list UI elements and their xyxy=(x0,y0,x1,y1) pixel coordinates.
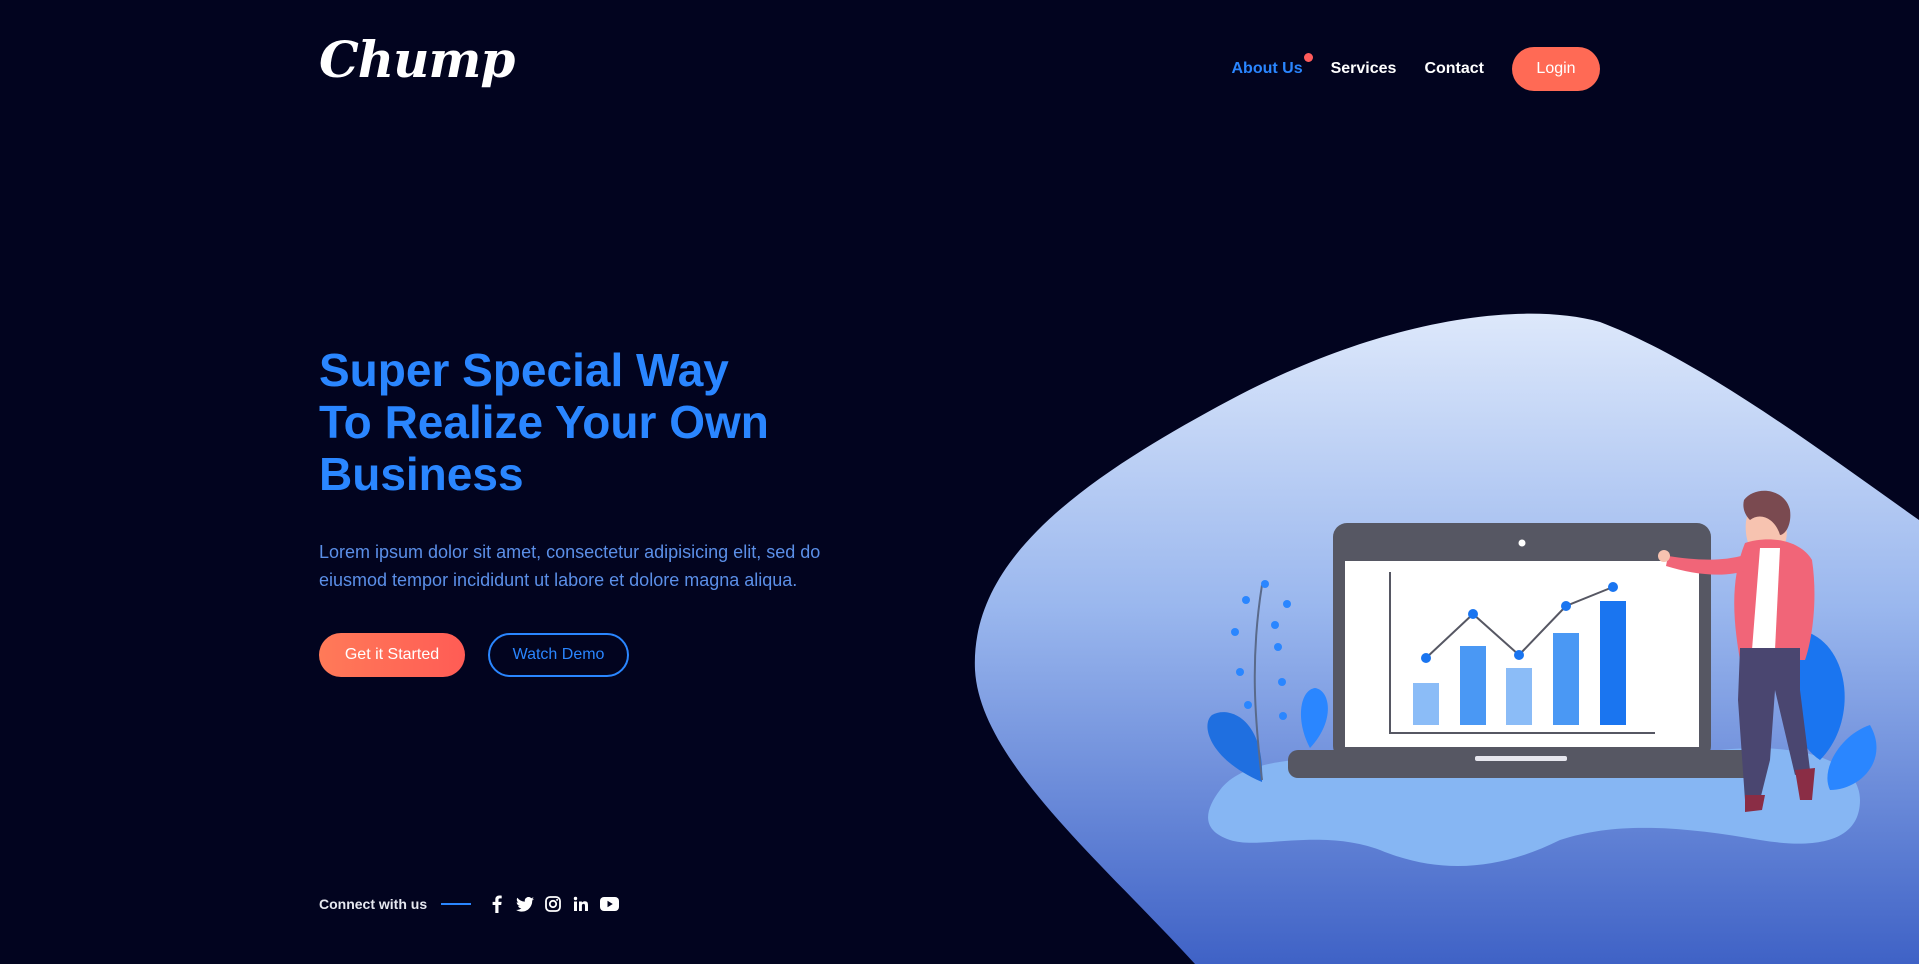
laptop-screen xyxy=(1345,561,1699,747)
leaf-left-2 xyxy=(1300,688,1328,748)
leaf-left xyxy=(1207,712,1263,782)
laptop-lid xyxy=(1333,523,1711,760)
background-blob xyxy=(974,313,1919,964)
connect-label: Connect with us xyxy=(319,896,428,912)
notification-dot xyxy=(1303,53,1313,62)
leaf-right-2 xyxy=(1827,725,1877,790)
linkedin-icon[interactable] xyxy=(571,894,591,914)
divider-line xyxy=(441,903,472,905)
nav-item-services[interactable]: Services xyxy=(1331,60,1397,78)
facebook-icon[interactable] xyxy=(487,894,507,914)
nav-item-contact[interactable]: Contact xyxy=(1424,60,1484,78)
hero-description: Lorem ipsum dolor sit amet, consectetur … xyxy=(319,542,821,590)
hero-title-line-3: Business xyxy=(319,448,524,500)
hero-illustration xyxy=(974,313,1919,964)
nav-item-about-us[interactable]: About Us xyxy=(1231,53,1313,78)
leaf-right xyxy=(1789,630,1845,760)
login-button[interactable]: Login xyxy=(1512,47,1600,91)
get-started-button[interactable]: Get it Started xyxy=(319,633,465,677)
twitter-icon[interactable] xyxy=(515,894,535,914)
person-figure xyxy=(1658,490,1815,812)
instagram-icon[interactable] xyxy=(543,894,563,914)
laptop-base xyxy=(1288,750,1756,778)
youtube-icon[interactable] xyxy=(599,894,619,914)
watch-demo-button[interactable]: Watch Demo xyxy=(488,633,629,677)
hero-title-line-2: To Realize Your Own xyxy=(319,396,769,448)
hero-title-line-1: Super Special Way xyxy=(319,344,729,396)
plant-dots xyxy=(1231,580,1291,720)
plant-stem xyxy=(1253,584,1263,781)
social-connect: Connect with us xyxy=(319,894,627,914)
nav-item-label: About Us xyxy=(1231,60,1303,77)
brand-logo[interactable]: Chump xyxy=(319,30,515,89)
main-nav: About Us Services Contact Login xyxy=(1203,47,1600,91)
ground-shape xyxy=(1208,748,1860,867)
hero-title: Super Special Way To Realize Your Own Bu… xyxy=(319,344,879,500)
